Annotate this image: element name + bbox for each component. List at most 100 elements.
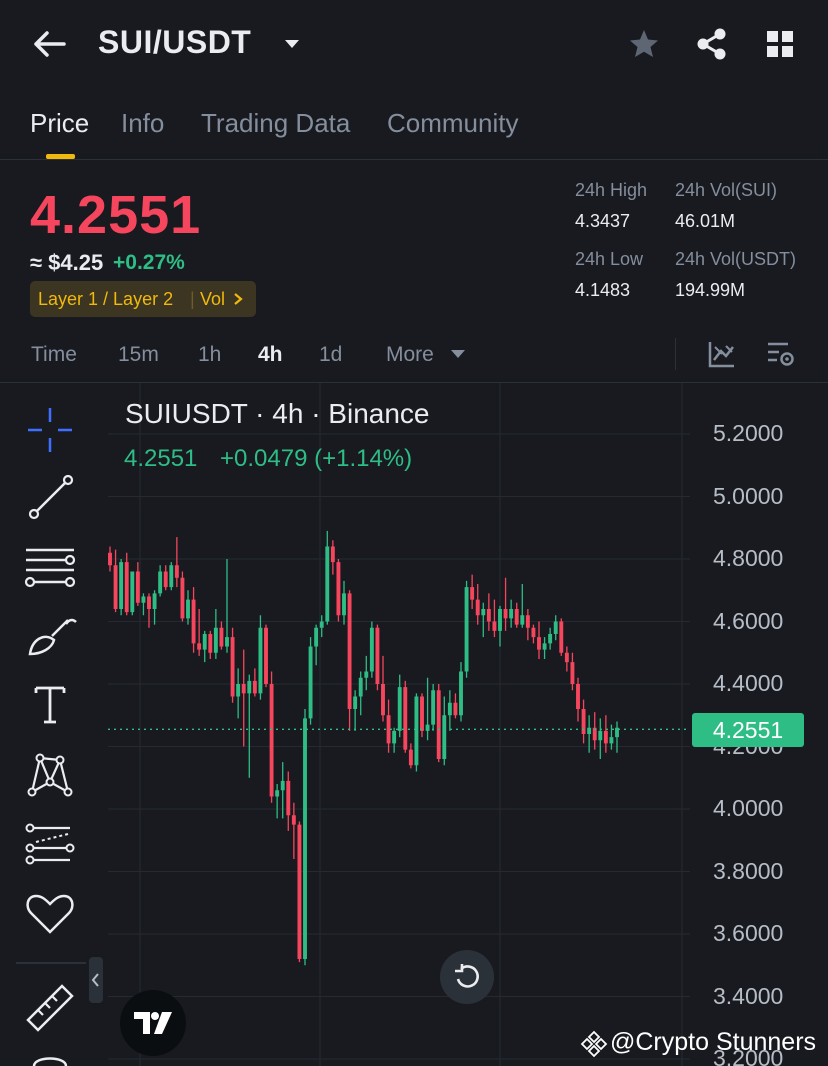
candle-body bbox=[564, 652, 569, 663]
y-axis-tick-label: 3.6000 bbox=[713, 920, 784, 946]
candle-body bbox=[280, 780, 285, 791]
interval-15m[interactable]: 15m bbox=[118, 343, 159, 367]
collapse-toolbar-button[interactable] bbox=[89, 957, 103, 1003]
candle-body bbox=[525, 615, 530, 628]
heart-icon[interactable] bbox=[22, 886, 78, 942]
candle-body bbox=[531, 627, 536, 638]
reset-chart-button[interactable] bbox=[440, 950, 494, 1004]
candle-body bbox=[447, 702, 452, 716]
low-label: 24h Low bbox=[575, 249, 644, 269]
candle-body bbox=[576, 684, 580, 709]
candle-body bbox=[264, 627, 268, 684]
candle-body bbox=[498, 609, 502, 631]
y-axis-tick-label: 3.8000 bbox=[713, 857, 784, 884]
tab-trading-data[interactable]: Trading Data bbox=[201, 108, 350, 139]
candle-body bbox=[537, 637, 541, 650]
candle-body bbox=[397, 687, 402, 731]
candle-body bbox=[314, 627, 319, 647]
candle-body bbox=[598, 730, 603, 741]
candle-body bbox=[180, 577, 185, 619]
candle-body bbox=[559, 621, 564, 653]
chart-settings-icon[interactable] bbox=[764, 338, 796, 370]
candle-body bbox=[213, 627, 218, 653]
y-axis-tick-label: 4.0000 bbox=[713, 795, 784, 821]
candle-body bbox=[135, 571, 140, 603]
candle-body bbox=[581, 709, 586, 734]
interval-4h[interactable]: 4h bbox=[258, 343, 283, 367]
candle-body bbox=[453, 702, 458, 716]
chart-change: +0.0479 (+1.14%) bbox=[220, 445, 413, 472]
back-arrow-icon[interactable] bbox=[30, 24, 70, 64]
candle-body bbox=[381, 684, 385, 716]
chart-last-value: 4.2551 bbox=[124, 445, 198, 472]
candle-body bbox=[403, 687, 408, 750]
y-axis-tick-label: 3.4000 bbox=[713, 982, 784, 1009]
candle-body bbox=[414, 696, 419, 766]
candle-body bbox=[191, 599, 196, 644]
caret-down-icon[interactable] bbox=[280, 32, 304, 56]
fib-levels-icon[interactable] bbox=[22, 538, 78, 594]
vol-quote-value: 194.99M bbox=[675, 280, 746, 300]
interval-1h[interactable]: 1h bbox=[198, 343, 221, 367]
candle-body bbox=[163, 571, 168, 588]
candle-body bbox=[420, 696, 424, 731]
candle-body bbox=[353, 696, 358, 709]
candle-body bbox=[375, 627, 380, 684]
vol-label: Vol bbox=[200, 289, 226, 309]
pattern-icon[interactable] bbox=[22, 746, 78, 802]
binance-logo-icon bbox=[580, 1030, 608, 1058]
candle-body bbox=[570, 662, 575, 684]
category-tag[interactable]: Layer 1 / Layer 2 | Vol bbox=[30, 281, 256, 317]
brush-icon[interactable] bbox=[22, 606, 78, 662]
chevron-left-icon bbox=[91, 973, 99, 987]
tab-price[interactable]: Price bbox=[30, 108, 89, 139]
candle-body bbox=[520, 615, 525, 625]
candle-body bbox=[386, 715, 391, 744]
trend-line-icon[interactable] bbox=[22, 470, 78, 526]
tool-divider bbox=[16, 962, 86, 964]
interval-time[interactable]: Time bbox=[31, 343, 77, 367]
magnet-icon[interactable] bbox=[30, 1052, 70, 1066]
candle-body bbox=[369, 627, 374, 672]
tab-info[interactable]: Info bbox=[121, 108, 164, 139]
candle-body bbox=[470, 587, 475, 600]
candle-body bbox=[241, 684, 246, 694]
candle-body bbox=[186, 599, 190, 619]
candle-body bbox=[492, 621, 497, 631]
candle-body bbox=[202, 634, 207, 650]
candle-body bbox=[108, 552, 112, 566]
candle-body bbox=[347, 593, 352, 709]
candle-body bbox=[269, 684, 274, 797]
candle-body bbox=[603, 730, 608, 744]
pair-title[interactable]: SUI/USDT bbox=[98, 24, 251, 61]
share-icon[interactable] bbox=[694, 26, 730, 62]
grid-icon[interactable] bbox=[762, 26, 798, 62]
crosshair-icon[interactable] bbox=[22, 402, 78, 458]
candle-body bbox=[475, 599, 480, 616]
last-price-badge: 4.2551 bbox=[692, 713, 804, 747]
ruler-icon[interactable] bbox=[22, 980, 78, 1036]
interval-1d[interactable]: 1d bbox=[319, 343, 342, 367]
high-label: 24h High bbox=[575, 180, 648, 200]
chart-title: SUIUSDT · 4h · Binance bbox=[125, 398, 430, 429]
candle-body bbox=[297, 824, 302, 959]
candle-body bbox=[319, 621, 324, 628]
candle-body bbox=[392, 730, 397, 744]
candle-body bbox=[158, 571, 163, 594]
candle-body bbox=[503, 609, 508, 619]
candle-body bbox=[459, 671, 463, 716]
star-icon[interactable] bbox=[626, 26, 662, 62]
indicators-icon[interactable] bbox=[706, 338, 738, 370]
text-tool-icon[interactable] bbox=[22, 676, 78, 732]
tradingview-logo[interactable] bbox=[120, 990, 186, 1056]
candle-body bbox=[286, 780, 291, 816]
tab-community[interactable]: Community bbox=[387, 108, 518, 139]
candle-body bbox=[141, 596, 146, 603]
y-axis-tick-label: 4.8000 bbox=[713, 545, 784, 571]
interval-more[interactable]: More bbox=[386, 343, 434, 367]
active-tab-indicator bbox=[46, 154, 75, 159]
candle-body bbox=[247, 680, 252, 694]
candle-body bbox=[174, 565, 179, 578]
projection-icon[interactable] bbox=[22, 818, 78, 874]
y-axis-tick-label: 5.2000 bbox=[713, 420, 784, 446]
